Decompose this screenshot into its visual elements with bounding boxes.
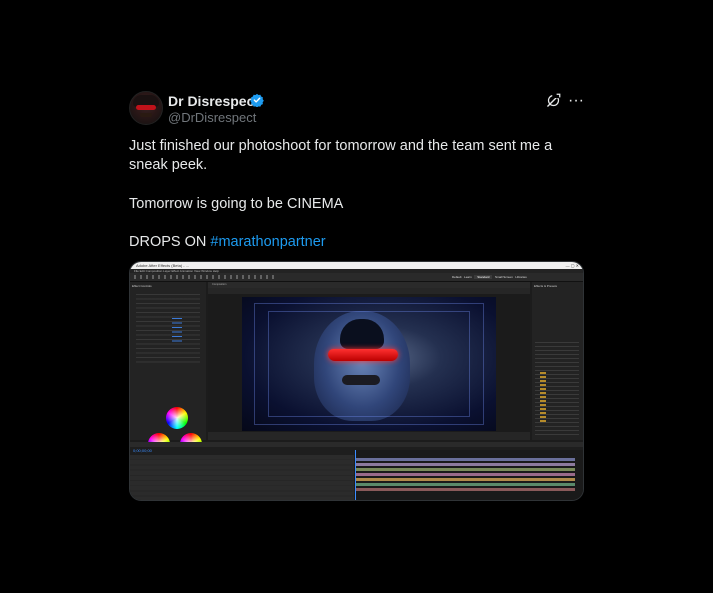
layer-bar [355,488,575,492]
layer-bar [355,483,575,487]
composition-footer [208,432,530,440]
tweet-line-3-prefix: DROPS ON [129,234,211,251]
tweet-line-2: Tomorrow is going to be CINEMA [129,195,344,212]
layer-bar [355,463,575,467]
window-controls-icon: — ▢ ✕ [565,263,579,268]
workspace-tab: Learn [464,275,472,279]
effect-controls-panel: Effect Controls [130,282,206,455]
toolbar-tools [134,275,274,279]
avatar[interactable] [129,91,163,125]
workspace-tab: Small Screen [494,275,513,279]
avatar-mustache [140,113,152,117]
app-toolbar: Default Learn Standard Small Screen Libr… [130,273,583,282]
author-handle[interactable]: @DrDisrespect [168,110,256,125]
workspace-tab-active: Standard [474,275,493,279]
composition-panel: Composition [208,282,530,440]
folder-icons [540,372,546,422]
author-name[interactable]: Dr Disrespect [168,93,259,109]
workspace-tabs: Default Learn Standard Small Screen Libr… [452,274,527,280]
layer-bar [355,458,575,462]
effects-presets-panel: Effects & Presets [532,282,583,440]
effect-controls-header: Effect Controls [132,284,152,288]
composition-subtabs [208,288,530,294]
color-wheel [166,407,188,429]
app-titlebar: Adobe After Effects (Beta) - ... — ▢ ✕ [130,262,583,269]
timeline-tracks [355,450,583,500]
composition-viewer [242,297,496,431]
workspace-tab: Default [452,275,462,279]
avatar-glasses [136,105,156,110]
safe-area-guide [268,311,470,417]
tweet-line-3: DROPS ON #marathonpartner [129,233,589,252]
effect-rows [136,294,200,366]
workspace-tab: Libraries [515,275,527,279]
layer-bar [355,478,575,482]
layer-bar [355,473,575,477]
tweet-card: Dr Disrespect @DrDisrespect ··· Just fin… [0,0,713,593]
tweet-media-image[interactable]: Adobe After Effects (Beta) - ... — ▢ ✕ F… [129,261,584,501]
tweet-text: Just finished our photoshoot for tomorro… [129,137,589,253]
effects-header: Effects & Presets [534,284,557,288]
timeline-panel: 0;00;00;00 [130,442,583,500]
timeline-layers [130,455,354,500]
timeline-timecode: 0;00;00;00 [133,448,152,453]
app-title: Adobe After Effects (Beta) - ... [136,263,190,268]
verified-badge-icon [250,93,264,107]
effect-values [172,318,182,342]
more-options-icon[interactable]: ··· [568,92,584,110]
hashtag-link[interactable]: #marathonpartner [210,234,325,250]
layer-bar [355,468,575,472]
timeline-tabs [130,442,583,447]
grok-icon[interactable] [546,93,561,108]
tweet-line-1: Just finished our photoshoot for tomorro… [129,138,553,174]
playhead [355,450,356,500]
